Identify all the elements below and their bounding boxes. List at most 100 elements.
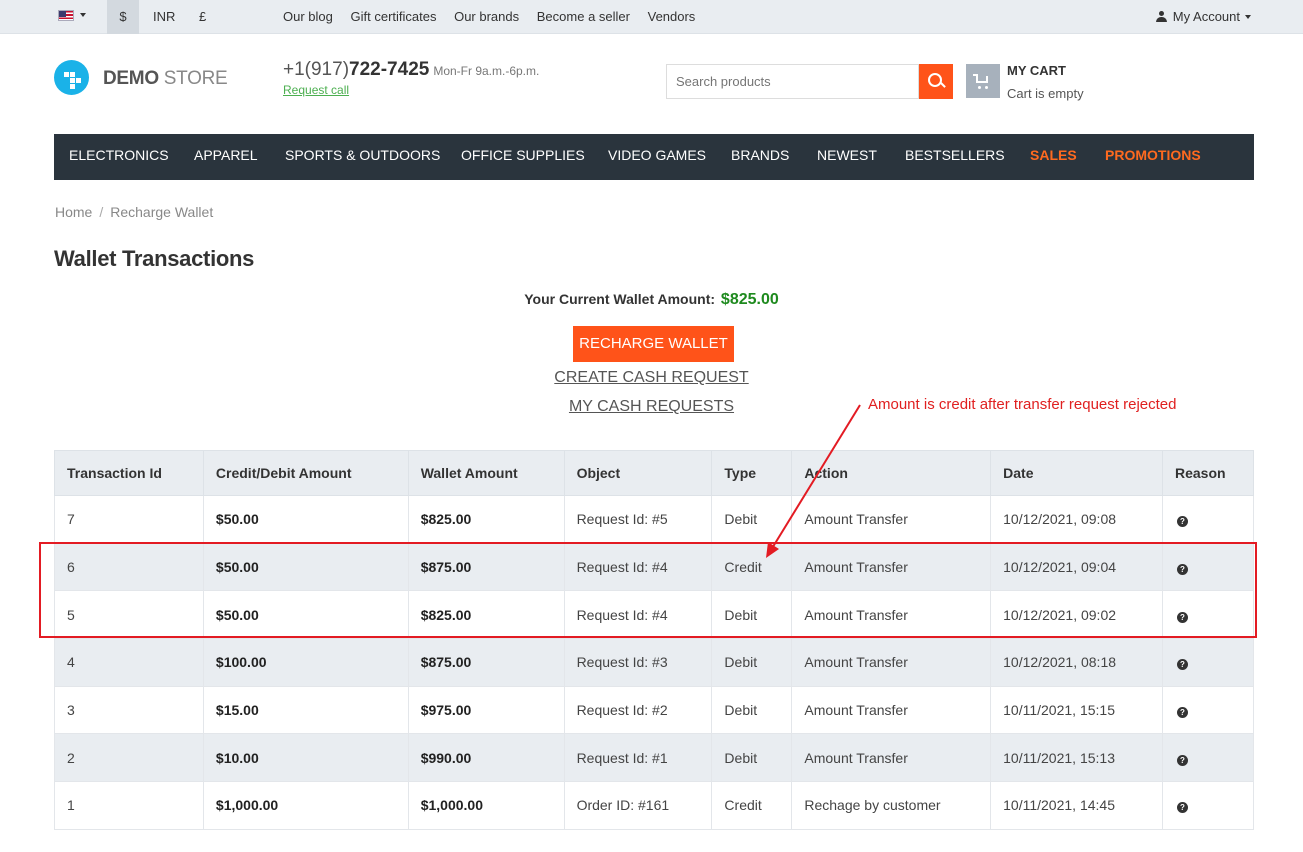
main-nav: ELECTRONICS APPAREL SPORTS & OUTDOORS OF…: [54, 134, 1254, 180]
currency-usd[interactable]: $: [107, 0, 139, 34]
breadcrumb-home[interactable]: Home: [55, 204, 92, 220]
link-vendors[interactable]: Vendors: [648, 9, 696, 24]
create-cash-request-link[interactable]: CREATE CASH REQUEST: [554, 369, 748, 386]
my-account-menu[interactable]: My Account: [1155, 0, 1251, 34]
cell-object: Request Id: #2: [563, 685, 713, 735]
table-row: 5 $50.00 $825.00 Request Id: #4 Debit Am…: [54, 590, 1255, 640]
cell-action: Amount Transfer: [791, 495, 992, 544]
question-circle-icon[interactable]: ?: [1176, 564, 1188, 576]
cell-wallet: $875.00: [407, 638, 565, 687]
cell-action: Amount Transfer: [791, 542, 992, 592]
cell-action: Amount Transfer: [791, 685, 992, 735]
currency-inr[interactable]: INR: [153, 0, 175, 34]
cell-action: Amount Transfer: [791, 733, 992, 783]
nav-bestsellers[interactable]: BESTSELLERS: [905, 134, 1005, 177]
nav-brands[interactable]: BRANDS: [731, 134, 789, 177]
cell-wallet: $825.00: [407, 590, 565, 640]
question-circle-icon[interactable]: ?: [1176, 611, 1188, 623]
table-row: 4 $100.00 $875.00 Request Id: #3 Debit A…: [54, 638, 1255, 687]
question-circle-icon[interactable]: ?: [1176, 802, 1188, 814]
cart-status: Cart is empty: [1007, 86, 1084, 101]
cell-id: 3: [54, 685, 204, 735]
col-wallet-amount: Wallet Amount: [407, 450, 565, 496]
breadcrumb: Home / Recharge Wallet: [55, 204, 214, 220]
cell-reason: ?: [1161, 781, 1255, 830]
link-become-seller[interactable]: Become a seller: [537, 9, 630, 24]
question-circle-icon[interactable]: ?: [1176, 754, 1188, 766]
nav-sports-outdoors[interactable]: SPORTS & OUTDOORS: [285, 134, 440, 177]
recharge-wallet-button[interactable]: RECHARGE WALLET: [573, 326, 734, 362]
account-label: My Account: [1172, 9, 1240, 24]
cell-id: 2: [54, 733, 204, 783]
col-action: Action: [791, 450, 992, 496]
question-circle-icon[interactable]: ?: [1176, 707, 1188, 719]
table-row: 3 $15.00 $975.00 Request Id: #2 Debit Am…: [54, 685, 1255, 735]
logo-icon[interactable]: [54, 60, 89, 95]
my-cash-requests-link[interactable]: MY CASH REQUESTS: [569, 398, 734, 415]
wallet-summary: Your Current Wallet Amount: $825.00: [0, 291, 1303, 309]
nav-video-games[interactable]: VIDEO GAMES: [608, 134, 706, 177]
cell-id: 1: [54, 781, 204, 830]
nav-promotions[interactable]: PROMOTIONS: [1105, 134, 1201, 177]
logo[interactable]: DEMO STORE: [103, 68, 228, 90]
transactions-table: Transaction Id Credit/Debit Amount Walle…: [54, 450, 1255, 830]
cell-reason: ?: [1161, 638, 1255, 687]
nav-office-supplies[interactable]: OFFICE SUPPLIES: [461, 134, 585, 177]
cell-type: Debit: [711, 590, 793, 640]
breadcrumb-current: Recharge Wallet: [110, 204, 214, 220]
cell-type: Debit: [711, 638, 793, 687]
request-call-link[interactable]: Request call: [283, 83, 349, 97]
cell-action: Rechage by customer: [791, 781, 992, 830]
cell-date: 10/12/2021, 09:02: [990, 590, 1163, 640]
question-circle-icon[interactable]: ?: [1176, 659, 1188, 671]
us-flag-icon[interactable]: [58, 10, 74, 21]
col-reason: Reason: [1161, 450, 1255, 496]
link-gift-certificates[interactable]: Gift certificates: [351, 9, 437, 24]
cell-id: 7: [54, 495, 204, 544]
top-bar: $ INR £ Our blog Gift certificates Our b…: [0, 0, 1303, 34]
wallet-amount-value: $825.00: [720, 291, 779, 308]
cell-wallet: $990.00: [407, 733, 565, 783]
cell-amount: $50.00: [202, 590, 409, 640]
cart-icon[interactable]: [966, 64, 1000, 98]
nav-apparel[interactable]: APPAREL: [194, 134, 258, 177]
cell-date: 10/12/2021, 08:18: [990, 638, 1163, 687]
cart-title[interactable]: MY CART: [1007, 63, 1066, 78]
cell-date: 10/11/2021, 14:45: [990, 781, 1163, 830]
table-row: 1 $1,000.00 $1,000.00 Order ID: #161 Cre…: [54, 781, 1255, 830]
page-title: Wallet Transactions: [54, 246, 255, 271]
cell-wallet: $875.00: [407, 542, 565, 592]
cell-reason: ?: [1161, 495, 1255, 544]
search-input[interactable]: [666, 64, 919, 99]
user-icon: [1155, 11, 1167, 22]
cell-id: 5: [54, 590, 204, 640]
cell-date: 10/11/2021, 15:15: [990, 685, 1163, 735]
link-our-blog[interactable]: Our blog: [283, 9, 333, 24]
cell-amount: $1,000.00: [202, 781, 409, 830]
cell-reason: ?: [1161, 590, 1255, 640]
cell-amount: $50.00: [202, 495, 409, 544]
cell-object: Request Id: #4: [563, 590, 713, 640]
col-object: Object: [563, 450, 713, 496]
cell-amount: $15.00: [202, 685, 409, 735]
nav-newest[interactable]: NEWEST: [817, 134, 877, 177]
link-our-brands[interactable]: Our brands: [454, 9, 519, 24]
table-row: 2 $10.00 $990.00 Request Id: #1 Debit Am…: [54, 733, 1255, 783]
chevron-down-icon[interactable]: [80, 13, 86, 17]
cell-object: Request Id: #1: [563, 733, 713, 783]
search-icon[interactable]: [919, 64, 953, 99]
cell-object: Request Id: #3: [563, 638, 713, 687]
chevron-down-icon: [1245, 15, 1251, 19]
phone-number: +1(917)722-7425 Mon-Fr 9a.m.-6p.m.: [283, 59, 540, 80]
question-circle-icon[interactable]: ?: [1176, 516, 1188, 528]
col-transaction-id: Transaction Id: [54, 450, 204, 496]
currency-gbp[interactable]: £: [199, 0, 206, 34]
cell-type: Debit: [711, 733, 793, 783]
nav-sales[interactable]: SALES: [1030, 134, 1077, 177]
annotation-text: Amount is credit after transfer request …: [868, 396, 1177, 413]
cell-reason: ?: [1161, 733, 1255, 783]
cell-amount: $10.00: [202, 733, 409, 783]
nav-electronics[interactable]: ELECTRONICS: [69, 134, 169, 177]
cell-amount: $100.00: [202, 638, 409, 687]
cell-type: Credit: [711, 781, 793, 830]
